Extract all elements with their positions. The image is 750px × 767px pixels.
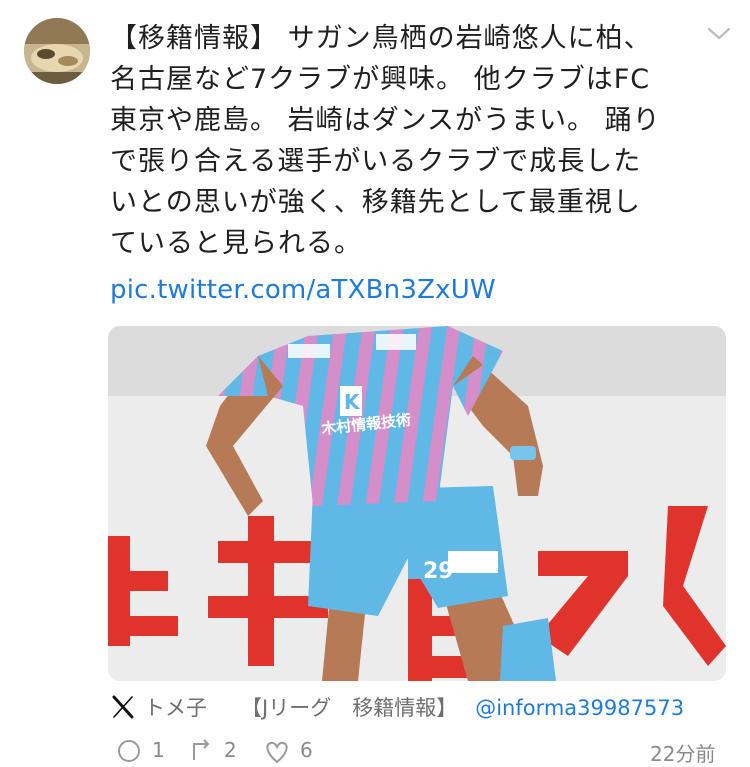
source-row: トメ子 【Jリーグ 移籍情報】 @informa39987573 <box>110 690 750 726</box>
like-icon <box>266 741 288 764</box>
reply-button[interactable]: 1 <box>116 738 165 766</box>
retweet-button[interactable]: 2 <box>188 738 237 766</box>
jersey-badge: K <box>344 390 361 414</box>
author-tags: 【Jリーグ 移籍情報】 <box>241 696 458 720</box>
tweet-text-line: 東京や鹿島。 岩崎はダンスがうまい。 踊り <box>110 105 661 136</box>
tweet-text-line: 【移籍情報】 サガン鳥栖の岩崎悠人に柏、 <box>110 23 652 54</box>
like-button[interactable]: 6 <box>262 738 313 766</box>
soccer-player-photo: 29 K 木村情報技術 <box>108 326 726 681</box>
retweet-icon <box>193 739 210 760</box>
retweet-count: 2 <box>224 738 237 762</box>
tweet-media-link[interactable]: pic.twitter.com/aTXBn3ZxUW <box>110 272 496 308</box>
tweet-text-line: 名古屋など7クラブが興味。 他クラブはFC <box>110 64 651 95</box>
tweet-text-line: いとの思いが強く、移籍先として最重視し <box>110 187 641 218</box>
reply-count: 1 <box>152 738 165 762</box>
tweet-text: 【移籍情報】 サガン鳥栖の岩崎悠人に柏、 名古屋など7クラブが興味。 他クラブは… <box>110 18 738 264</box>
action-row: 1 2 6 22分前 <box>110 738 750 766</box>
tweet-text-line: ていると見られる。 <box>110 228 362 259</box>
avatar[interactable] <box>24 18 90 84</box>
author-name[interactable]: トメ子 <box>144 696 207 720</box>
author-handle[interactable]: @informa39987573 <box>475 696 684 720</box>
tweet-media-photo[interactable]: 29 K 木村情報技術 <box>108 326 726 681</box>
reply-icon <box>118 740 140 762</box>
x-logo-icon <box>112 695 134 719</box>
tweet-text-line: で張り合える選手がいるクラブで成長した <box>110 146 642 177</box>
like-count: 6 <box>300 738 313 762</box>
avatar-image <box>24 18 90 84</box>
